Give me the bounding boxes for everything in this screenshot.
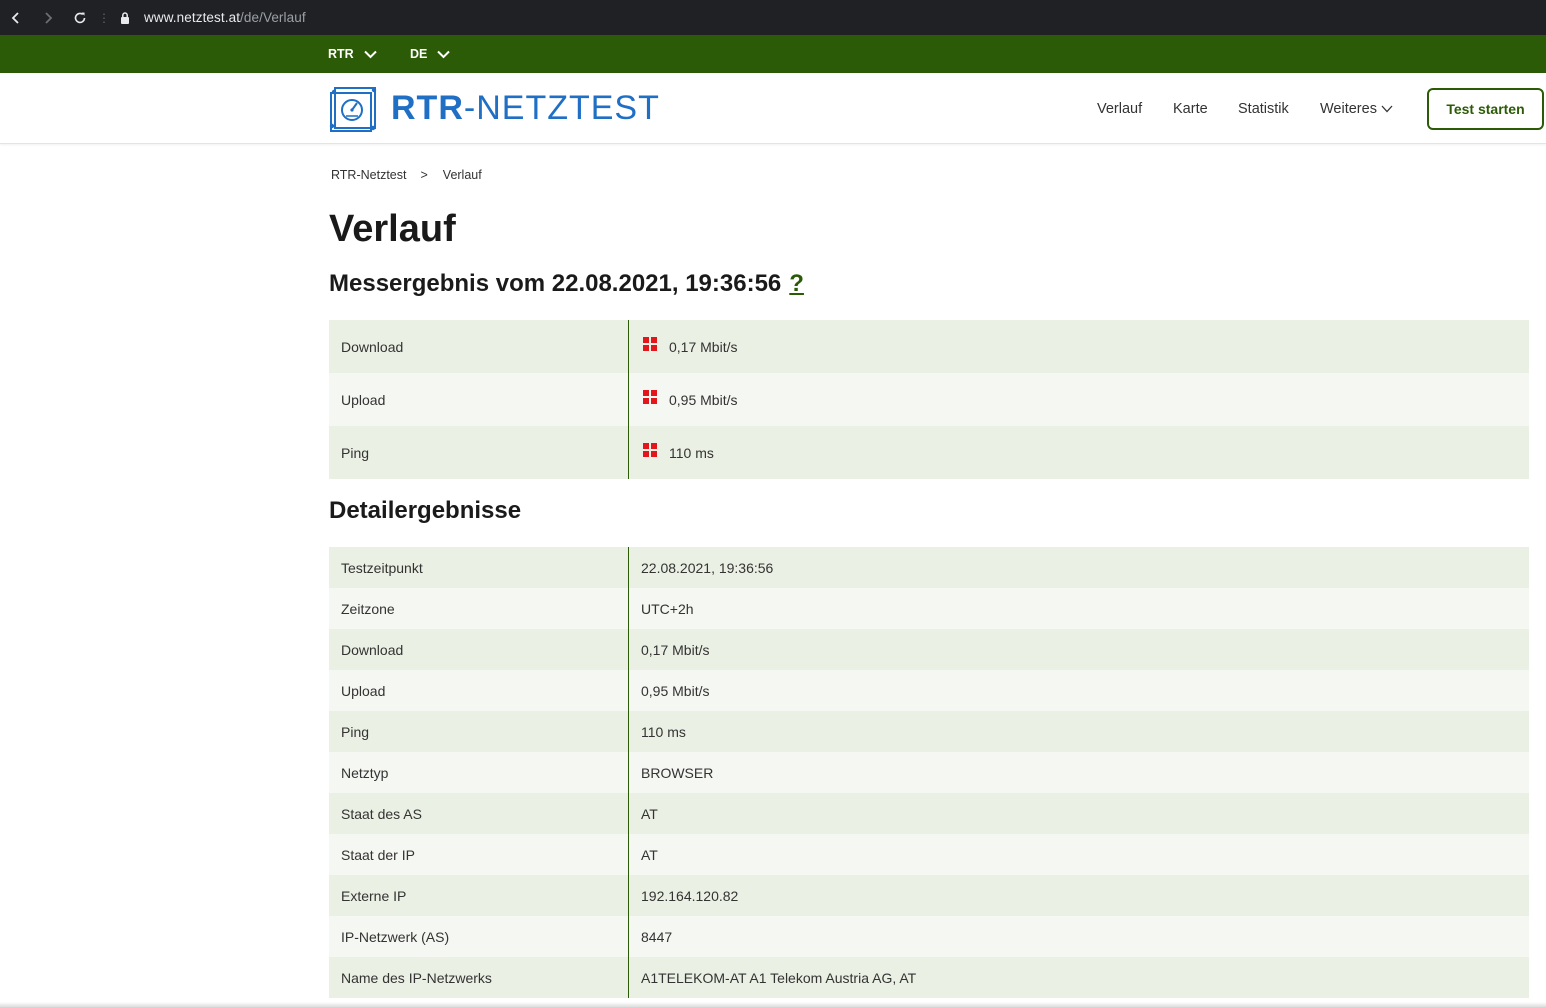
- detail-label: Netztyp: [329, 752, 629, 793]
- detail-value: AT: [641, 805, 658, 822]
- chevron-down-icon: [363, 50, 377, 58]
- result-heading: Messergebnis vom 22.08.2021, 19:36:56?: [329, 270, 804, 298]
- detail-value: 0,95 Mbit/s: [641, 682, 710, 699]
- table-row: Download 0,17 Mbit/s: [329, 320, 1529, 373]
- language-dropdown[interactable]: DE: [410, 35, 451, 73]
- chevron-right-icon: [45, 11, 53, 24]
- table-row: Upload 0,95 Mbit/s: [329, 670, 1529, 711]
- table-row: IP-Netzwerk (AS) 8447: [329, 916, 1529, 957]
- detail-label: Name des IP-Netzwerks: [329, 957, 629, 998]
- breadcrumb-home[interactable]: RTR-Netztest: [331, 168, 406, 182]
- table-row: Ping 110 ms: [329, 426, 1529, 479]
- summary-table: Download 0,17 Mbit/s Upload 0,95 Mbit/s …: [329, 320, 1529, 479]
- table-row: Staat der IP AT: [329, 834, 1529, 875]
- chevron-left-icon: [11, 11, 19, 24]
- org-label: RTR: [328, 47, 354, 61]
- summary-value-cell: 0,17 Mbit/s: [629, 320, 1529, 373]
- start-test-button[interactable]: Test starten: [1427, 88, 1544, 130]
- help-link[interactable]: ?: [789, 270, 804, 297]
- site-header: RTR-NETZTEST Verlauf Karte Statistik Wei…: [0, 73, 1546, 144]
- detail-value: 110 ms: [641, 723, 686, 740]
- detail-value: 22.08.2021, 19:36:56: [641, 559, 774, 576]
- reload-icon: [74, 12, 86, 23]
- language-label: DE: [410, 47, 428, 61]
- red-quality-icon: [643, 336, 657, 351]
- detail-label: Testzeitpunkt: [329, 547, 629, 588]
- table-row: Upload 0,95 Mbit/s: [329, 373, 1529, 426]
- detail-value: 8447: [641, 928, 673, 945]
- lock-icon[interactable]: [118, 11, 132, 25]
- breadcrumb-current: Verlauf: [442, 168, 482, 182]
- detail-value: BROWSER: [641, 764, 714, 781]
- chevron-down-icon: [1381, 105, 1393, 112]
- reload-button[interactable]: [64, 3, 96, 33]
- top-bar: RTR DE: [0, 35, 1546, 73]
- detail-label: Upload: [329, 670, 629, 711]
- breadcrumb-separator: >: [420, 168, 428, 182]
- detail-label: Ping: [329, 711, 629, 752]
- summary-value-cell: 110 ms: [629, 426, 1529, 479]
- separator-dots: ⋮: [98, 10, 110, 25]
- detail-value: AT: [641, 846, 658, 863]
- site-logo[interactable]: RTR-NETZTEST: [328, 82, 660, 134]
- browser-toolbar: ⋮ www.netztest.at/de/Verlauf: [0, 0, 1546, 35]
- logo-rest: -NETZTEST: [463, 88, 660, 127]
- details-heading: Detailergebnisse: [329, 497, 522, 524]
- detail-label: Externe IP: [329, 875, 629, 916]
- table-row: Testzeitpunkt 22.08.2021, 19:36:56: [329, 547, 1529, 588]
- breadcrumb: RTR-Netztest > Verlauf: [331, 168, 482, 182]
- table-row: Ping 110 ms: [329, 711, 1529, 752]
- table-row: Zeitzone UTC+2h: [329, 588, 1529, 629]
- detail-value: 192.164.120.82: [641, 887, 739, 904]
- details-table: Testzeitpunkt 22.08.2021, 19:36:56 Zeitzo…: [329, 547, 1529, 998]
- red-quality-icon: [643, 442, 657, 457]
- table-row: Externe IP 192.164.120.82: [329, 875, 1529, 916]
- summary-value: 110 ms: [669, 444, 714, 461]
- detail-value: A1TELEKOM-AT A1 Telekom Austria AG, AT: [641, 969, 917, 986]
- summary-label: Ping: [329, 426, 629, 479]
- nav-karte[interactable]: Karte: [1173, 73, 1208, 144]
- summary-value: 0,95 Mbit/s: [669, 391, 738, 408]
- detail-label: Staat der IP: [329, 834, 629, 875]
- horizontal-scrollbar[interactable]: [0, 1002, 1546, 1007]
- chevron-down-icon: [437, 50, 451, 58]
- table-row: Netztyp BROWSER: [329, 752, 1529, 793]
- detail-value: 0,17 Mbit/s: [641, 641, 710, 658]
- nav-weiteres[interactable]: Weiteres: [1320, 73, 1393, 144]
- logo-wordmark: RTR-NETZTEST: [391, 89, 660, 128]
- detail-label: IP-Netzwerk (AS): [329, 916, 629, 957]
- detail-label: Download: [329, 629, 629, 670]
- nav-statistik[interactable]: Statistik: [1238, 73, 1289, 144]
- org-dropdown[interactable]: RTR: [328, 35, 377, 73]
- detail-value: UTC+2h: [641, 600, 694, 617]
- detail-label: Staat des AS: [329, 793, 629, 834]
- table-row: Name des IP-Netzwerks A1TELEKOM-AT A1 Tel…: [329, 957, 1529, 998]
- table-row: Download 0,17 Mbit/s: [329, 629, 1529, 670]
- summary-value-cell: 0,95 Mbit/s: [629, 373, 1529, 426]
- table-row: Staat des AS AT: [329, 793, 1529, 834]
- nav-weiteres-label: Weiteres: [1320, 100, 1377, 117]
- nav-verlauf[interactable]: Verlauf: [1097, 73, 1142, 144]
- detail-label: Zeitzone: [329, 588, 629, 629]
- page-title: Verlauf: [329, 208, 456, 250]
- result-heading-text: Messergebnis vom 22.08.2021, 19:36:56: [329, 270, 782, 297]
- summary-label: Upload: [329, 373, 629, 426]
- back-button[interactable]: [0, 3, 32, 33]
- logo-bold: RTR: [391, 88, 464, 127]
- address-bar[interactable]: www.netztest.at/de/Verlauf: [144, 10, 306, 25]
- summary-label: Download: [329, 320, 629, 373]
- forward-button[interactable]: [32, 3, 64, 33]
- red-quality-icon: [643, 389, 657, 404]
- url-path: /de/Verlauf: [240, 10, 306, 25]
- speedometer-logo-icon: [329, 87, 377, 132]
- url-host: www.netztest.at: [144, 10, 241, 25]
- summary-value: 0,17 Mbit/s: [669, 338, 738, 355]
